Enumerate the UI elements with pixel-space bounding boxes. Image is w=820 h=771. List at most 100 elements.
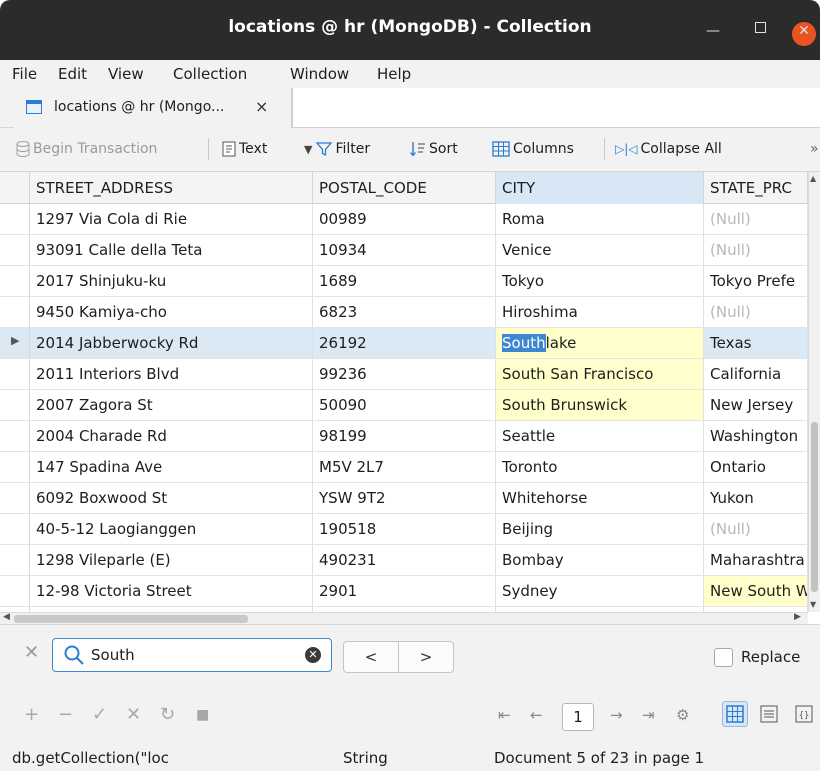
cell-state-province[interactable]: (Null)	[704, 235, 808, 265]
row-selector[interactable]	[0, 483, 30, 513]
cell-postal-code[interactable]: 99236	[313, 359, 496, 389]
menu-help[interactable]: Help	[377, 65, 411, 83]
table-row[interactable]: ▶ 2014 Jabberwocky Rd 26192 Southlake Texas	[0, 328, 808, 359]
table-row[interactable]: 1298 Vileparle (E) 490231 Bombay Maharashtr…	[0, 545, 808, 576]
scroll-up-icon[interactable]: ▲	[810, 174, 816, 183]
close-find-icon[interactable]: ✕	[24, 642, 39, 663]
scroll-down-icon[interactable]: ▼	[810, 600, 816, 609]
cell-postal-code[interactable]: M5V 2L7	[313, 452, 496, 482]
column-header-postal-code[interactable]: POSTAL_CODE	[313, 172, 496, 204]
cell-state-province[interactable]: New Jersey	[704, 390, 808, 420]
cell-state-province[interactable]: Texas	[704, 328, 808, 358]
vertical-scroll-thumb[interactable]	[811, 422, 818, 592]
column-header-state-province[interactable]: STATE_PRC	[704, 172, 808, 204]
first-page-icon[interactable]: ⇤	[498, 706, 511, 724]
cell-city[interactable]: Hiroshima	[496, 297, 704, 327]
begin-transaction-button[interactable]: Begin Transaction	[16, 141, 157, 157]
menu-edit[interactable]: Edit	[58, 65, 87, 83]
tab-close-icon[interactable]: ×	[255, 97, 268, 116]
row-selector[interactable]	[0, 545, 30, 575]
menu-view[interactable]: View	[108, 65, 144, 83]
row-selector[interactable]	[0, 452, 30, 482]
table-row[interactable]: 2004 Charade Rd 98199 Seattle Washington	[0, 421, 808, 452]
minimize-button[interactable]: —	[706, 22, 720, 40]
menu-window[interactable]: Window	[290, 65, 349, 83]
row-selector[interactable]	[0, 204, 30, 234]
cell-street-address[interactable]: 1298 Vileparle (E)	[30, 545, 313, 575]
cell-street-address[interactable]: 147 Spadina Ave	[30, 452, 313, 482]
cell-state-province[interactable]: Yukon	[704, 483, 808, 513]
cell-postal-code[interactable]: 6823	[313, 297, 496, 327]
table-row[interactable]: 2011 Interiors Blvd 99236 South San Franci…	[0, 359, 808, 390]
settings-gear-icon[interactable]: ⚙	[676, 706, 689, 724]
discard-changes-icon[interactable]: ✕	[126, 704, 141, 725]
table-row[interactable]: 2007 Zagora St 50090 South Brunswick New Je…	[0, 390, 808, 421]
filter-button[interactable]: ▼ Filter	[304, 141, 370, 157]
maximize-button[interactable]	[755, 22, 766, 33]
row-selector[interactable]	[0, 235, 30, 265]
cell-postal-code[interactable]: 50090	[313, 390, 496, 420]
sort-button[interactable]: Sort	[410, 141, 458, 157]
table-row[interactable]: 93091 Calle della Teta 10934 Venice (Null)	[0, 235, 808, 266]
table-row[interactable]: 12-98 Victoria Street 2901 Sydney New South…	[0, 576, 808, 607]
cell-city[interactable]: South Brunswick	[496, 390, 704, 420]
row-selector[interactable]	[0, 359, 30, 389]
cell-street-address[interactable]: 2017 Shinjuku-ku	[30, 266, 313, 296]
table-row[interactable]: 2017 Shinjuku-ku 1689 Tokyo Tokyo Prefe	[0, 266, 808, 297]
table-row[interactable]: 40-5-12 Laogianggen 190518 Beijing (Null)	[0, 514, 808, 545]
column-header-street-address[interactable]: STREET_ADDRESS	[30, 172, 313, 204]
horizontal-scroll-thumb[interactable]	[14, 615, 248, 623]
find-previous-button[interactable]: <	[343, 641, 399, 673]
cell-postal-code[interactable]: 98199	[313, 421, 496, 451]
cell-street-address[interactable]: 93091 Calle della Teta	[30, 235, 313, 265]
cell-city[interactable]: Whitehorse	[496, 483, 704, 513]
cell-postal-code[interactable]: 1689	[313, 266, 496, 296]
grid-view-toggle[interactable]	[722, 701, 748, 727]
cell-street-address[interactable]: 6092 Boxwood St	[30, 483, 313, 513]
row-selector[interactable]	[0, 576, 30, 606]
column-header-city[interactable]: CITY	[496, 172, 704, 204]
delete-document-icon[interactable]: −	[58, 704, 73, 725]
next-page-icon[interactable]: →	[610, 706, 623, 724]
form-view-icon[interactable]	[760, 705, 778, 723]
table-row[interactable]: 6092 Boxwood St YSW 9T2 Whitehorse Yukon	[0, 483, 808, 514]
cell-city[interactable]: Toronto	[496, 452, 704, 482]
cell-state-province[interactable]: Maharashtra	[704, 545, 808, 575]
cell-street-address[interactable]: 12-98 Victoria Street	[30, 576, 313, 606]
cell-postal-code[interactable]: 190518	[313, 514, 496, 544]
cell-postal-code[interactable]: 2901	[313, 576, 496, 606]
cell-city[interactable]: Roma	[496, 204, 704, 234]
cell-state-province[interactable]: (Null)	[704, 514, 808, 544]
cell-postal-code[interactable]: 00989	[313, 204, 496, 234]
row-selector[interactable]: ▶	[0, 328, 30, 358]
cell-postal-code[interactable]: 10934	[313, 235, 496, 265]
json-view-icon[interactable]: {}	[795, 705, 813, 723]
row-selector[interactable]	[0, 266, 30, 296]
dropdown-arrow-icon[interactable]: ▼	[304, 143, 312, 156]
cell-state-province[interactable]: Tokyo Prefe	[704, 266, 808, 296]
toolbar-overflow-icon[interactable]: »	[810, 141, 819, 157]
row-selector[interactable]	[0, 421, 30, 451]
clear-search-icon[interactable]: ✕	[305, 647, 321, 663]
cell-postal-code[interactable]: 490231	[313, 545, 496, 575]
add-document-icon[interactable]: +	[24, 704, 39, 725]
cell-state-province[interactable]: New South Wales	[704, 576, 808, 606]
cell-city[interactable]: Seattle	[496, 421, 704, 451]
row-selector[interactable]	[0, 390, 30, 420]
cell-city[interactable]: Sydney	[496, 576, 704, 606]
cell-street-address[interactable]: 1297 Via Cola di Rie	[30, 204, 313, 234]
cell-state-province[interactable]: Washington	[704, 421, 808, 451]
cell-city[interactable]: Beijing	[496, 514, 704, 544]
cell-city[interactable]: South San Francisco	[496, 359, 704, 389]
columns-button[interactable]: Columns	[492, 141, 574, 157]
page-number-field[interactable]: 1	[562, 703, 594, 731]
cell-state-province[interactable]: (Null)	[704, 204, 808, 234]
cell-street-address[interactable]: 2007 Zagora St	[30, 390, 313, 420]
cell-city[interactable]: Southlake	[496, 328, 704, 358]
cell-city[interactable]: Venice	[496, 235, 704, 265]
cell-street-address[interactable]: 9450 Kamiya-cho	[30, 297, 313, 327]
close-window-button[interactable]: ✕	[792, 22, 816, 46]
tab-locations[interactable]: locations @ hr (Mongo... ×	[14, 88, 292, 128]
cell-postal-code[interactable]: 26192	[313, 328, 496, 358]
row-selector[interactable]	[0, 514, 30, 544]
